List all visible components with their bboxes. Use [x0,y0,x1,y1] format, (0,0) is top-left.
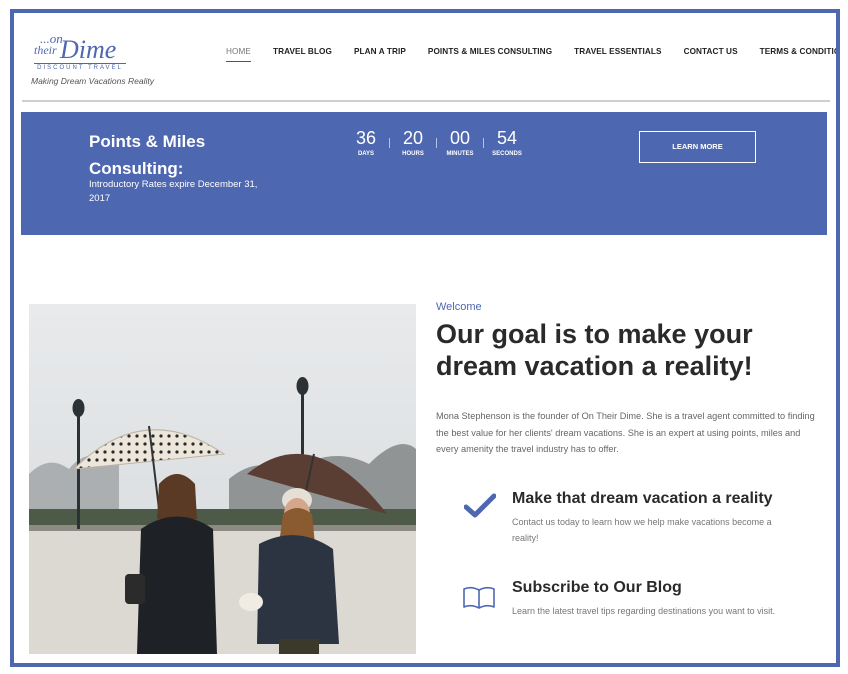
countdown-hours: 20 HOURS [390,128,436,157]
nav-item-contact-us[interactable]: CONTACT US [684,47,738,62]
nav-item-points-miles-consulting[interactable]: POINTS & MILES CONSULTING [428,47,552,62]
countdown-seconds: 54 SECONDS [484,128,530,157]
site-logo[interactable]: ...on their Dime DISCOUNT TRAVEL [30,31,150,71]
feature-description: Learn the latest travel tips regarding d… [512,606,776,616]
banner-title: Points & Miles Consulting: [89,128,229,182]
hero-photo-image [29,304,416,654]
countdown-label: DAYS [357,151,375,157]
hero-photo [29,304,416,654]
countdown-value: 54 [496,128,518,148]
page-frame: ...on their Dime DISCOUNT TRAVEL Making … [10,9,840,667]
site-header: ...on their Dime DISCOUNT TRAVEL Making … [14,13,836,105]
nav-item-plan-a-trip[interactable]: PLAN A TRIP [354,47,406,62]
nav-item-home[interactable]: HOME [226,47,251,62]
countdown-label: MINUTES [446,151,474,157]
book-icon [462,585,496,616]
countdown-value: 00 [449,128,471,148]
nav-item-terms-conditions[interactable]: TERMS & CONDITIONS [760,47,836,62]
welcome-label: Welcome [436,301,482,313]
countdown-timer: 36 DAYS 20 HOURS 00 MINUTES 54 SECONDS [343,128,530,157]
logo-subtitle: DISCOUNT TRAVEL [34,63,126,71]
nav-item-travel-essentials[interactable]: TRAVEL ESSENTIALS [574,47,661,62]
logo-their-text: their [34,43,57,57]
feature-description: Contact us today to learn how we help ma… [512,517,772,543]
countdown-minutes: 00 MINUTES [437,128,483,157]
countdown-value: 20 [402,128,424,148]
page-headline: Our goal is to make your dream vacation … [436,319,753,381]
countdown-label: SECONDS [492,151,522,157]
nav-item-travel-blog[interactable]: TRAVEL BLOG [273,47,332,62]
site-tagline: Making Dream Vacations Reality [31,76,154,86]
main-nav: HOME TRAVEL BLOG PLAN A TRIP POINTS & MI… [226,47,836,62]
header-divider [22,100,830,102]
learn-more-button[interactable]: LEARN MORE [639,131,756,163]
checkmark-icon [463,493,497,524]
intro-paragraph: Mona Stephenson is the founder of On The… [436,411,815,454]
countdown-label: HOURS [402,151,424,157]
feature-title: Make that dream vacation a reality [512,490,773,507]
promo-banner: Points & Miles Consulting: Introductory … [21,112,827,235]
feature-title[interactable]: Subscribe to Our Blog [512,579,682,597]
banner-subtitle: Introductory Rates expire December 31, 2… [89,179,258,204]
logo-dime-text: Dime [60,35,117,64]
countdown-days: 36 DAYS [343,128,389,157]
banner-title-line1: Points & Miles [89,132,206,151]
countdown-value: 36 [355,128,377,148]
